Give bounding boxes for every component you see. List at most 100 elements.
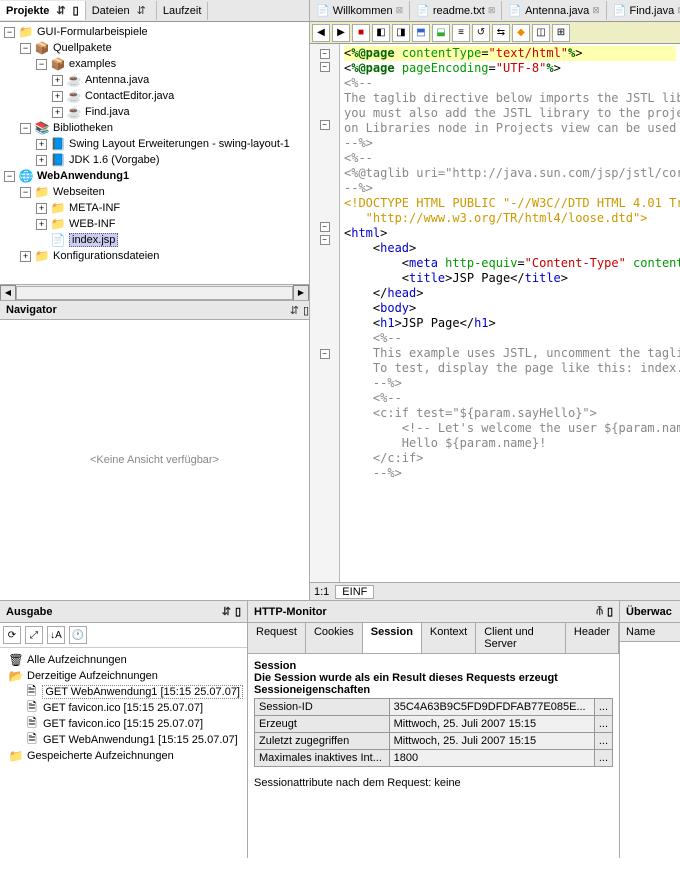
tab-dropdown-icon[interactable]: ⇵ [52,4,69,17]
http-tab-session[interactable]: Session [363,623,422,653]
tree-node[interactable]: +☕Antenna.java [4,72,305,88]
nav-fwd-button[interactable]: ▶ [332,24,350,42]
tree-toggle-icon[interactable]: + [36,155,47,166]
close-icon[interactable]: ▯ [235,605,241,618]
tree-toggle-icon[interactable]: + [52,107,63,118]
tree-node[interactable]: −📚Bibliotheken [4,120,305,136]
nav-back-button[interactable]: ◀ [312,24,330,42]
prop-more-button[interactable]: ... [594,716,612,733]
time-button[interactable]: 🕐 [69,626,87,644]
prop-more-button[interactable]: ... [594,750,612,767]
file-icon: 📁 [50,201,66,215]
horizontal-scrollbar[interactable]: ◀ ▶ [0,284,309,300]
toolbar-button[interactable]: ↺ [472,24,490,42]
tree-node[interactable]: −📁Webseiten [4,184,305,200]
tree-toggle-icon[interactable]: − [4,171,15,182]
toolbar-button[interactable]: ⇆ [492,24,510,42]
tree-node[interactable]: −🌐WebAnwendung1 [4,168,305,184]
tree-toggle-icon[interactable]: − [20,43,31,54]
reload-button[interactable]: ⟳ [3,626,21,644]
project-tree[interactable]: −📁GUI-Formularbeispiele−📦Quellpakete−📦ex… [0,22,309,284]
prop-more-button[interactable]: ... [594,699,612,716]
tab-dropdown-icon[interactable]: ⇵ [133,4,150,17]
ausgabe-item[interactable]: 🗎GET WebAnwendung1 [15:15 25.07.07] [4,732,243,748]
http-tab-cookies[interactable]: Cookies [306,623,363,653]
tree-node[interactable]: +☕Find.java [4,104,305,120]
panel-options-icon[interactable]: ⫚ [592,605,607,618]
file-icon: 📁 [34,185,50,199]
tree-node[interactable]: +📁Konfigurationsdateien [4,248,305,264]
prop-more-button[interactable]: ... [594,733,612,750]
editor-tab[interactable]: 📄Willkommen⊠ [310,1,410,20]
ausgabe-item[interactable]: 📁Gespeicherte Aufzeichnungen [4,748,243,764]
tree-node[interactable]: −📦Quellpakete [4,40,305,56]
file-icon: 📁 [50,217,66,231]
tree-toggle-icon[interactable]: − [20,123,31,134]
session-attr-text: Sessionattribute nach dem Request: keine [254,777,461,789]
scroll-right-icon[interactable]: ▶ [293,285,309,301]
panel-options-icon[interactable]: ⇵ [218,605,235,618]
ausgabe-item[interactable]: 🗎GET WebAnwendung1 [15:15 25.07.07] [4,684,243,700]
ausgabe-title: Ausgabe [6,606,52,618]
http-tab-request[interactable]: Request [248,623,306,653]
close-icon[interactable]: ▯ [607,605,613,618]
ausgabe-item[interactable]: 🗎GET favicon.ico [15:15 25.07.07] [4,700,243,716]
prop-value: 35C4A63B9C5FD9DFDFAB77E085E... [389,699,594,716]
tree-toggle-icon[interactable]: + [36,219,47,230]
toolbar-button[interactable]: ⊞ [552,24,570,42]
close-icon[interactable]: ▯ [73,4,79,17]
scroll-track[interactable] [16,286,293,300]
scroll-left-icon[interactable]: ◀ [0,285,16,301]
tree-toggle-icon[interactable]: − [36,59,47,70]
fold-gutter[interactable]: −− − −− − [310,44,340,582]
ausgabe-item[interactable]: 🗎GET favicon.ico [15:15 25.07.07] [4,716,243,732]
editor-tab[interactable]: 📄Find.java⊠ [607,1,680,20]
tree-toggle-icon[interactable]: − [20,187,31,198]
http-tab-kontext[interactable]: Kontext [422,623,476,653]
tree-node[interactable]: +☕ContactEditor.java [4,88,305,104]
close-icon[interactable]: ⊠ [592,5,600,16]
editor-tab[interactable]: 📄Antenna.java⊠ [502,1,606,20]
tree-label: examples [69,58,116,70]
code-editor[interactable]: <%@page contentType="text/html"%><%@page… [340,44,680,582]
toolbar-button[interactable]: ≡ [452,24,470,42]
toolbar-button[interactable]: ◧ [372,24,390,42]
editor-tab[interactable]: 📄readme.txt⊠ [410,1,502,20]
toolbar-button[interactable]: ⬒ [412,24,430,42]
tree-node[interactable]: +📘Swing Layout Erweiterungen - swing-lay… [4,136,305,152]
tree-node[interactable]: +📘JDK 1.6 (Vorgabe) [4,152,305,168]
tree-toggle-icon[interactable]: + [52,75,63,86]
close-icon[interactable]: ⊠ [488,5,496,16]
tree-toggle-icon[interactable]: + [52,91,63,102]
toolbar-button[interactable]: ◨ [392,24,410,42]
ausgabe-tree[interactable]: 🗑Alle Aufzeichnungen📂Derzeitige Aufzeich… [0,648,247,768]
ausgabe-item[interactable]: 🗑Alle Aufzeichnungen [4,652,243,668]
tree-node[interactable]: −📦examples [4,56,305,72]
tree-toggle-icon[interactable]: + [20,251,31,262]
toolbar-button[interactable]: ◆ [512,24,530,42]
tool-button[interactable]: ⤢ [25,626,43,644]
http-tab-header[interactable]: Header [566,623,619,653]
tree-label: Antenna.java [85,74,149,86]
tab-dateien[interactable]: Dateien⇵ [86,1,157,20]
http-tab-client-und-server[interactable]: Client und Server [476,623,566,653]
tree-toggle-icon[interactable]: − [4,27,15,38]
tab-laufzeit[interactable]: Laufzeit [157,2,209,20]
sort-button[interactable]: ↓А [47,626,65,644]
tree-node[interactable]: +📁WEB-INF [4,216,305,232]
tree-toggle-icon[interactable]: + [36,139,47,150]
tree-node[interactable]: +📁META-INF [4,200,305,216]
ausgabe-item[interactable]: 📂Derzeitige Aufzeichnungen [4,668,243,684]
toolbar-button[interactable]: ■ [352,24,370,42]
tree-node[interactable]: −📁GUI-Formularbeispiele [4,24,305,40]
panel-options-icon[interactable]: ⇵ [286,304,303,317]
toolbar-button[interactable]: ⬓ [432,24,450,42]
tab-projekte[interactable]: Projekte⇵▯ [0,1,86,20]
close-icon[interactable]: ⊠ [396,5,404,16]
toolbar-button[interactable]: ◫ [532,24,550,42]
tree-toggle-icon[interactable]: + [36,203,47,214]
uberwa-column-header[interactable]: Name [620,623,680,642]
close-icon[interactable]: ▯ [303,304,309,317]
tree-node[interactable]: 📄index.jsp [4,232,305,248]
editor-status-bar: 1:1 EINF [310,582,680,600]
